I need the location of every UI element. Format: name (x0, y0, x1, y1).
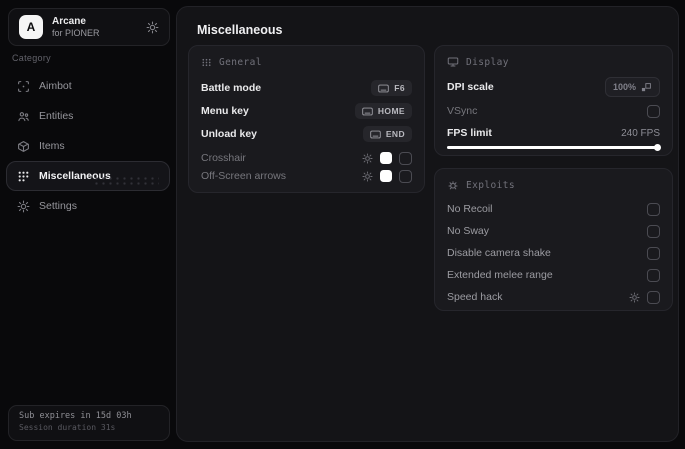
extended-melee-range-label: Extended melee range (447, 269, 553, 281)
offscreen-arrows-config-gear-icon[interactable] (362, 170, 373, 182)
speed-hack-row: Speed hack (447, 289, 660, 305)
dpi-scale-value: 100% (612, 82, 636, 92)
display-card-title: Display (447, 56, 660, 68)
page-title: Miscellaneous (197, 23, 283, 37)
keybind-value: F6 (394, 83, 405, 93)
monitor-icon (447, 56, 459, 68)
offscreen-arrows-color-swatch[interactable] (380, 170, 392, 182)
dpi-scale-row: DPI scale 100% (447, 77, 660, 97)
display-card: Display DPI scale 100% VSync FPS limit 2… (434, 45, 673, 156)
unload-key-label: Unload key (201, 128, 258, 140)
sidebar-item-label: Miscellaneous (39, 170, 111, 182)
sidebar-item-label: Entities (39, 110, 74, 122)
package-icon (17, 140, 30, 153)
fps-limit-row: FPS limit 240 FPS (447, 126, 660, 140)
battle-mode-label: Battle mode (201, 82, 262, 94)
unload-key-keybind[interactable]: END (362, 126, 412, 142)
category-label: Category (12, 53, 51, 63)
bug-icon (447, 179, 459, 191)
battle-mode-keybind[interactable]: F6 (371, 80, 412, 96)
sidebar-item-label: Aimbot (39, 80, 72, 92)
no-recoil-label: No Recoil (447, 203, 493, 215)
sidebar-item-items[interactable]: Items (6, 131, 170, 161)
subscription-info-card: Sub expires in 15d 03h Session duration … (8, 405, 170, 441)
app-subtitle: for PIONER (52, 27, 100, 38)
display-title-text: Display (466, 56, 509, 68)
dpi-scale-control[interactable]: 100% (604, 77, 660, 97)
app-title-block: Arcane for PIONER (52, 16, 146, 38)
app-window: A Arcane for PIONER Category Aimbot Enti… (0, 0, 685, 449)
fps-limit-value: 240 FPS (621, 127, 660, 139)
crosshair-color-swatch[interactable] (380, 152, 392, 164)
general-title-text: General (219, 56, 262, 68)
exploits-card: Exploits No Recoil No Sway Disable camer… (434, 168, 673, 311)
general-card-title: General (201, 56, 412, 68)
session-duration-text: Session duration 31s (19, 423, 116, 432)
sidebar-nav: Aimbot Entities Items Miscellaneous Sett… (6, 71, 170, 221)
grid-dots-icon (17, 170, 30, 183)
sidebar: A Arcane for PIONER Category Aimbot Enti… (0, 0, 176, 449)
exploits-card-title: Exploits (447, 179, 660, 191)
extended-melee-range-checkbox[interactable] (647, 268, 660, 282)
offscreen-arrows-checkbox[interactable] (399, 169, 412, 183)
sidebar-item-aimbot[interactable]: Aimbot (6, 71, 170, 101)
speed-hack-config-gear-icon[interactable] (629, 291, 640, 303)
menu-key-row: Menu key HOME (201, 102, 412, 120)
exploits-title-text: Exploits (466, 179, 515, 191)
scale-icon (641, 82, 651, 91)
sidebar-item-label: Items (39, 140, 65, 152)
sidebar-item-settings[interactable]: Settings (6, 191, 170, 221)
settings-gear-icon[interactable] (146, 21, 159, 34)
crosshair-label: Crosshair (201, 152, 246, 164)
disable-camera-shake-checkbox[interactable] (647, 246, 660, 260)
vsync-row: VSync (447, 103, 660, 119)
app-logo-card: A Arcane for PIONER (8, 8, 170, 46)
columns-grid-icon (201, 57, 212, 68)
menu-key-label: Menu key (201, 105, 249, 117)
offscreen-arrows-row: Off-Screen arrows (201, 167, 412, 185)
main-panel: Miscellaneous General Battle mode F6 Men… (176, 6, 679, 442)
gear-icon (17, 200, 30, 213)
app-name: Arcane (52, 16, 86, 28)
keybind-value: END (385, 129, 405, 139)
crosshair-checkbox[interactable] (399, 151, 412, 165)
crosshair-config-gear-icon[interactable] (362, 152, 373, 164)
offscreen-arrows-label: Off-Screen arrows (201, 170, 286, 182)
disable-camera-shake-label: Disable camera shake (447, 247, 551, 259)
slider-fill (447, 146, 660, 149)
slider-knob[interactable] (654, 144, 661, 151)
unload-key-row: Unload key END (201, 125, 412, 143)
menu-key-keybind[interactable]: HOME (354, 103, 412, 119)
battle-mode-row: Battle mode F6 (201, 79, 412, 97)
no-recoil-row: No Recoil (447, 201, 660, 217)
keybind-value: HOME (377, 106, 405, 116)
dpi-scale-label: DPI scale (447, 81, 494, 93)
entities-icon (17, 110, 30, 123)
extended-melee-range-row: Extended melee range (447, 267, 660, 283)
speed-hack-label: Speed hack (447, 291, 503, 303)
sidebar-item-entities[interactable]: Entities (6, 101, 170, 131)
sub-expires-text: Sub expires in 15d 03h (19, 411, 132, 421)
app-logo: A (19, 15, 43, 39)
sidebar-item-miscellaneous[interactable]: Miscellaneous (6, 161, 170, 191)
speed-hack-checkbox[interactable] (647, 290, 660, 304)
no-sway-label: No Sway (447, 225, 490, 237)
general-card: General Battle mode F6 Menu key HOME Unl… (188, 45, 425, 193)
sidebar-item-label: Settings (39, 200, 77, 212)
fps-limit-label: FPS limit (447, 127, 492, 139)
no-recoil-checkbox[interactable] (647, 202, 660, 216)
no-sway-checkbox[interactable] (647, 224, 660, 238)
fps-limit-slider[interactable] (447, 144, 661, 151)
scan-icon (17, 80, 30, 93)
no-sway-row: No Sway (447, 223, 660, 239)
disable-camera-shake-row: Disable camera shake (447, 245, 660, 261)
vsync-label: VSync (447, 105, 478, 117)
crosshair-row: Crosshair (201, 149, 412, 167)
vsync-checkbox[interactable] (647, 104, 660, 118)
